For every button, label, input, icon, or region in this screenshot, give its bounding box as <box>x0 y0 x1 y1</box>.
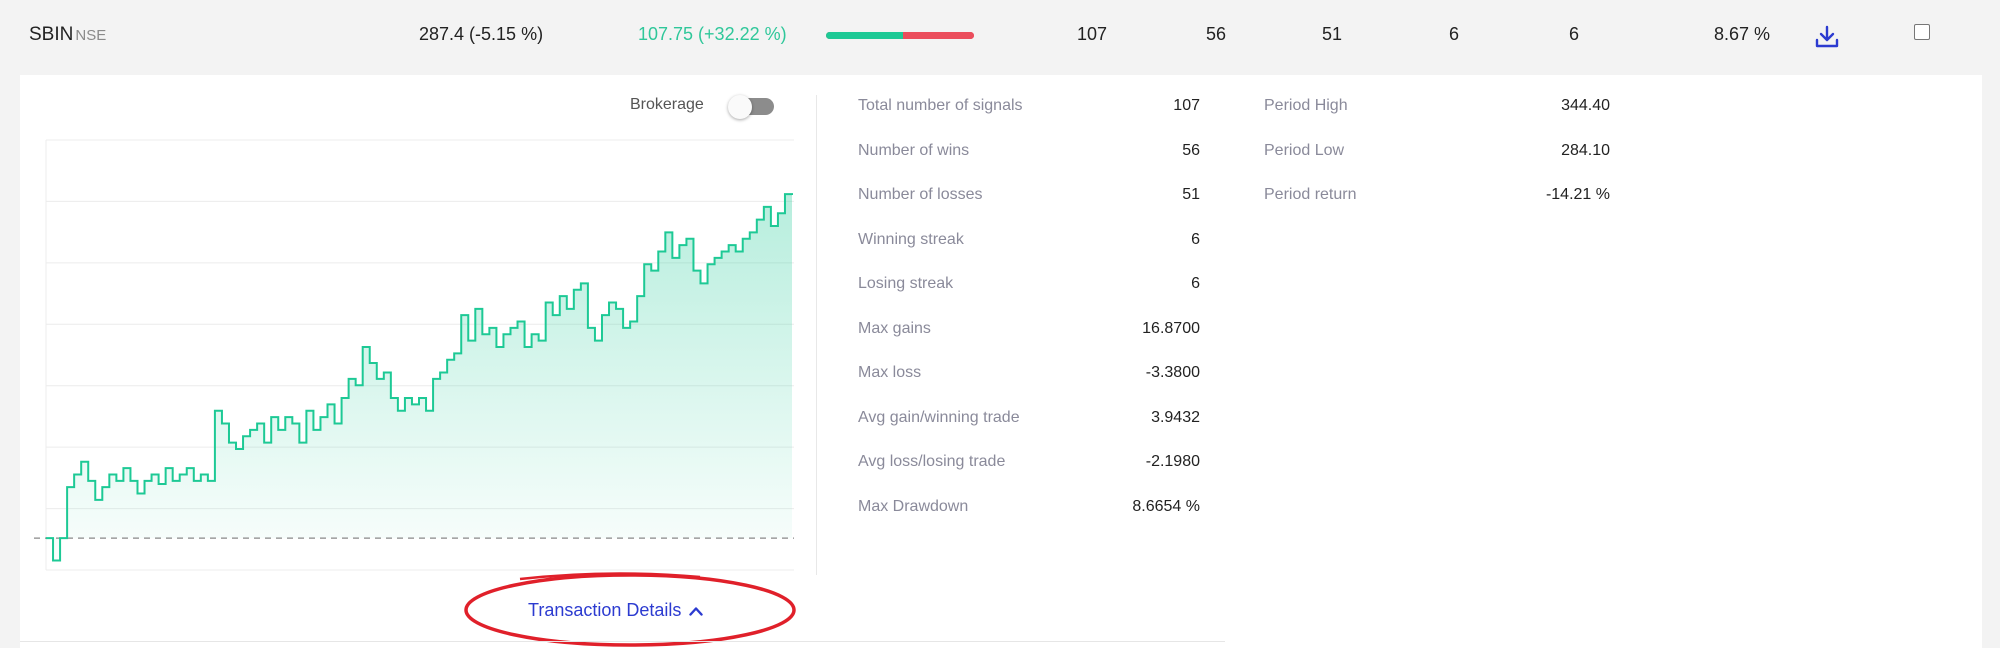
returns-value: 107.75 (+32.22 %) <box>638 24 787 44</box>
equity-curve-chart <box>34 139 794 571</box>
stat-label: Avg loss/losing trade <box>858 453 1006 470</box>
stat-value: -2.1980 <box>1145 453 1200 470</box>
stat-value: 8.6654 % <box>1132 497 1200 515</box>
ltp-change: 287.4 (-5.15 %) <box>419 24 544 44</box>
stat-label: Number of losses <box>858 186 983 203</box>
stat-value: 107 <box>1173 97 1200 114</box>
stat-label: Max gains <box>858 319 931 337</box>
toggle-knob <box>728 95 752 119</box>
win-loss-bar <box>826 32 974 39</box>
stat-label: Winning streak <box>858 230 964 248</box>
signals-count: 107 <box>1077 24 1108 44</box>
transaction-details-label: Transaction Details <box>528 600 682 620</box>
transaction-details-link[interactable]: Transaction Details <box>528 600 704 621</box>
stat-label: Period return <box>1264 186 1357 203</box>
stat-value: -3.3800 <box>1145 364 1200 381</box>
stat-label: Losing streak <box>858 275 954 292</box>
panel-bottom-divider <box>20 641 1225 642</box>
strategy-summary-row: SBIN NSE 287.4 (-5.15 %) 107.75 (+32.22 %… <box>0 0 2000 72</box>
losses-count: 51 <box>1322 24 1343 44</box>
symbol-cell[interactable]: SBIN NSE <box>29 24 106 46</box>
stat-label: Max Drawdown <box>858 497 969 515</box>
loss-bar-segment <box>903 32 974 39</box>
row-select-checkbox[interactable] <box>1914 24 1930 40</box>
exchange-name: NSE <box>75 27 107 44</box>
stat-value: 6 <box>1191 230 1200 248</box>
stat-value: 3.9432 <box>1151 408 1200 426</box>
download-icon <box>1815 25 1839 48</box>
stat-value: 6 <box>1191 275 1200 292</box>
download-button[interactable] <box>1812 22 1842 52</box>
winning-streak-count: 6 <box>1449 24 1460 44</box>
win-bar-segment <box>826 32 904 39</box>
stat-value: 56 <box>1182 141 1200 159</box>
stat-label: Avg gain/winning trade <box>858 408 1020 426</box>
stat-value: 344.40 <box>1561 97 1610 114</box>
losing-streak-count: 6 <box>1569 24 1580 44</box>
stat-value: 51 <box>1182 186 1200 203</box>
stat-value: 284.10 <box>1561 141 1610 159</box>
chevron-up-icon <box>689 606 704 616</box>
symbol-name: SBIN <box>29 24 74 45</box>
strategy-detail-panel: Brokerage Total number of signals 107 Numb… <box>20 75 1982 648</box>
max-drawdown-value: 8.67 % <box>1714 24 1771 44</box>
stat-value: -14.21 % <box>1545 186 1610 203</box>
stat-label: Period High <box>1264 97 1348 114</box>
brokerage-toggle[interactable] <box>728 95 774 119</box>
stat-label: Period Low <box>1264 141 1345 159</box>
panel-divider <box>816 95 817 575</box>
stat-value: 16.8700 <box>1142 319 1200 337</box>
stat-label: Max loss <box>858 364 922 381</box>
brokerage-label: Brokerage <box>630 96 704 113</box>
stat-label: Number of wins <box>858 141 970 159</box>
wins-count: 56 <box>1206 24 1227 44</box>
stat-label: Total number of signals <box>858 97 1023 114</box>
